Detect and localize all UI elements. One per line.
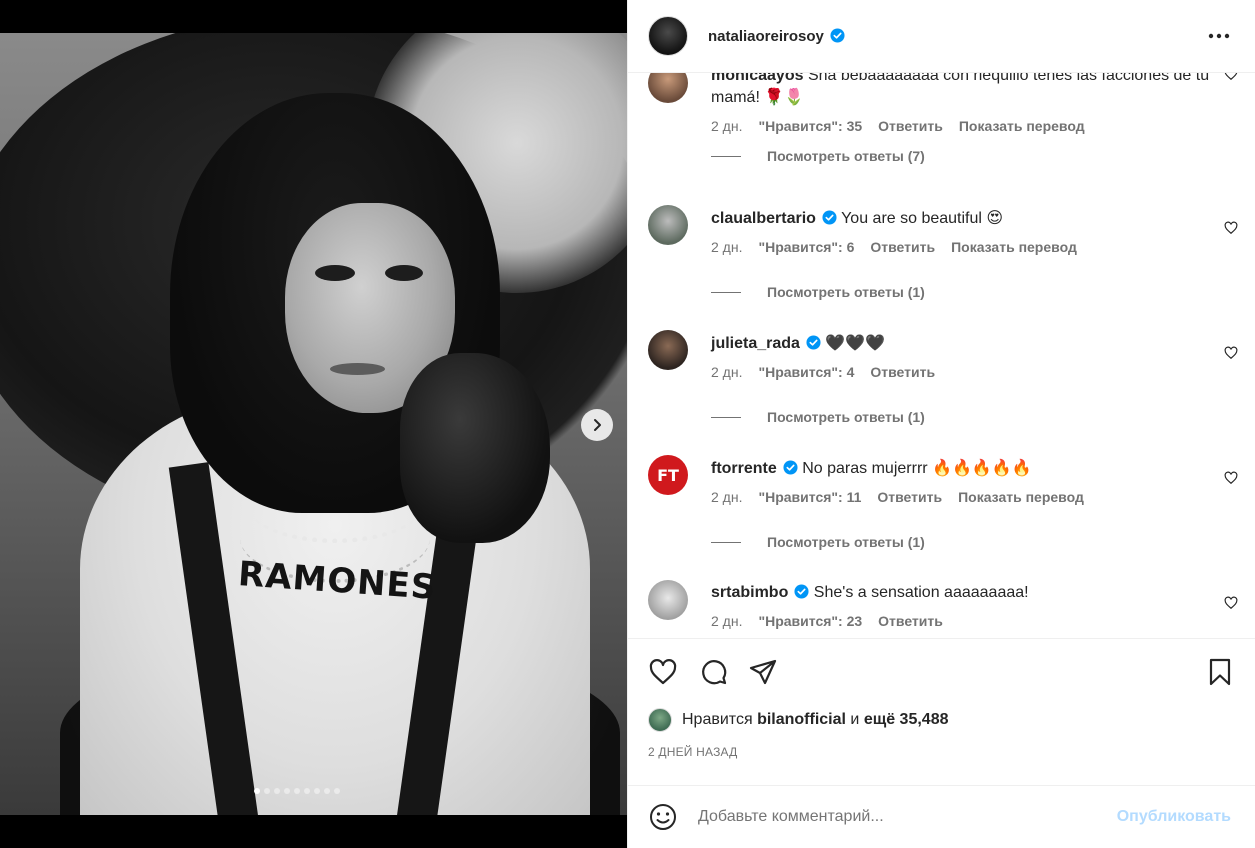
comment-avatar[interactable]: FT: [648, 455, 688, 495]
comment-text: You are so beautiful: [841, 210, 982, 227]
comment-emoji: 🖤🖤🖤: [825, 333, 886, 352]
post-comment-button[interactable]: Опубликовать: [1117, 808, 1231, 826]
comment-username[interactable]: julieta_rada: [711, 335, 800, 352]
post-date[interactable]: 2 ДНЕЙ НАЗАД: [648, 745, 737, 759]
view-replies-button[interactable]: Посмотреть ответы (1): [711, 284, 925, 300]
translate-button[interactable]: Показать перевод: [951, 239, 1077, 255]
carousel-dot[interactable]: [274, 788, 280, 794]
comment-username[interactable]: ftorrente: [711, 460, 777, 477]
comment-icon[interactable]: [698, 657, 728, 687]
carousel-dot[interactable]: [314, 788, 320, 794]
comment-avatar[interactable]: [648, 330, 688, 370]
comment-likes[interactable]: "Нравится": 6: [758, 239, 854, 255]
comment-avatar[interactable]: [648, 205, 688, 245]
comment-time[interactable]: 2 дн.: [711, 489, 742, 505]
post-header: nataliaoreirosoy: [628, 0, 1255, 73]
comment-likes[interactable]: "Нравится": 35: [758, 118, 862, 134]
comment-username[interactable]: monicaayos: [711, 73, 803, 84]
liker-avatar[interactable]: [648, 708, 672, 732]
heart-icon[interactable]: [1224, 471, 1238, 485]
likes-and: и: [850, 711, 860, 728]
comment-input[interactable]: [698, 808, 1098, 826]
comment-likes[interactable]: "Нравится": 23: [758, 613, 862, 629]
post-panel: nataliaoreirosoy monicaayos Sha bebaaaaa…: [627, 0, 1255, 848]
comment-time[interactable]: 2 дн.: [711, 364, 742, 380]
verified-icon: [806, 335, 821, 350]
carousel-dot[interactable]: [264, 788, 270, 794]
verified-icon: [794, 584, 809, 599]
reply-button[interactable]: Ответить: [877, 489, 942, 505]
likes-summary: Нравится bilanofficial и ещё 35,488: [648, 708, 949, 732]
post-photo: RAMONES: [0, 33, 627, 815]
liker-username[interactable]: bilanofficial: [757, 711, 846, 729]
carousel-dots: [254, 788, 340, 794]
heart-icon[interactable]: [1224, 221, 1238, 235]
view-replies-button[interactable]: Посмотреть ответы (1): [711, 534, 925, 550]
translate-button[interactable]: Показать перевод: [958, 489, 1084, 505]
comment-text: She's a sensation aaaaaaaaa!: [813, 584, 1029, 601]
carousel-dot[interactable]: [304, 788, 310, 794]
comment-likes[interactable]: "Нравится": 4: [758, 364, 854, 380]
comment-username[interactable]: srtabimbo: [711, 584, 788, 601]
carousel-dot[interactable]: [254, 788, 260, 794]
comment-username[interactable]: claualbertario: [711, 210, 816, 227]
reply-button[interactable]: Ответить: [878, 613, 943, 629]
comment-emoji: 🔥🔥🔥🔥🔥: [932, 458, 1032, 477]
heart-icon[interactable]: [1224, 346, 1238, 360]
more-icon: [1208, 33, 1230, 39]
comment-avatar[interactable]: [648, 580, 688, 620]
verified-icon: [783, 460, 798, 475]
reply-button[interactable]: Ответить: [870, 364, 935, 380]
comment-time[interactable]: 2 дн.: [711, 239, 742, 255]
carousel-dot[interactable]: [334, 788, 340, 794]
comment-emoji: 🌹🌷: [764, 87, 805, 106]
comment-time[interactable]: 2 дн.: [711, 118, 742, 134]
bookmark-icon[interactable]: [1205, 657, 1235, 687]
comment-text: No paras mujerrrr: [802, 460, 928, 477]
view-replies-button[interactable]: Посмотреть ответы (7): [711, 148, 925, 164]
author-avatar[interactable]: [648, 16, 688, 56]
heart-icon[interactable]: [1224, 73, 1238, 81]
emoji-icon[interactable]: [648, 802, 678, 832]
comment-composer: Опубликовать: [628, 785, 1255, 848]
reply-button[interactable]: Ответить: [878, 118, 943, 134]
share-icon[interactable]: [748, 657, 778, 687]
more-options-button[interactable]: [1207, 24, 1231, 48]
carousel-dot[interactable]: [294, 788, 300, 794]
carousel-dot[interactable]: [284, 788, 290, 794]
comment-likes[interactable]: "Нравится": 11: [758, 489, 861, 505]
heart-icon[interactable]: [1224, 596, 1238, 610]
likes-count[interactable]: ещё 35,488: [864, 711, 949, 729]
likes-prefix: Нравится: [682, 711, 753, 728]
comment-avatar[interactable]: [648, 73, 688, 103]
post-media: RAMONES: [0, 0, 627, 848]
carousel-dot[interactable]: [324, 788, 330, 794]
carousel-next-button[interactable]: [581, 409, 613, 441]
verified-icon: [822, 210, 837, 225]
view-replies-button[interactable]: Посмотреть ответы (1): [711, 409, 925, 425]
author-username[interactable]: nataliaoreirosoy: [708, 28, 845, 45]
chevron-right-icon: [594, 419, 601, 431]
reply-button[interactable]: Ответить: [870, 239, 935, 255]
verified-icon: [830, 27, 845, 43]
comment-time[interactable]: 2 дн.: [711, 613, 742, 629]
translate-button[interactable]: Показать перевод: [959, 118, 1085, 134]
heart-icon[interactable]: [648, 657, 678, 687]
post-actions: [628, 638, 1255, 698]
comment-emoji: 😍: [986, 208, 1004, 227]
comments-list[interactable]: monicaayos Sha bebaaaaaaaa con riequilio…: [628, 73, 1255, 638]
